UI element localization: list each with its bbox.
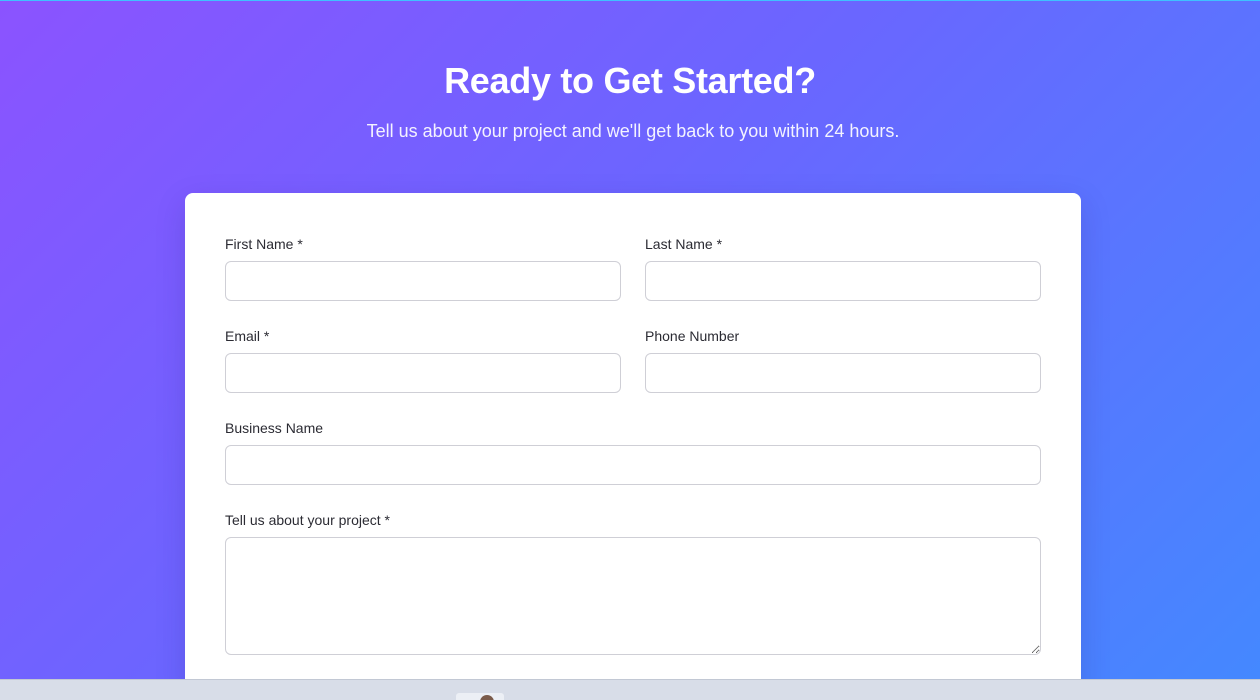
phone-field: Phone Number <box>645 327 1041 393</box>
business-name-label: Business Name <box>225 420 324 436</box>
email-label: Email * <box>225 328 270 344</box>
email-input[interactable] <box>225 353 621 393</box>
email-field: Email * <box>225 327 621 393</box>
avatar-face <box>480 695 494 700</box>
phone-input[interactable] <box>645 353 1041 393</box>
phone-label: Phone Number <box>645 328 740 344</box>
hero-subtitle: Tell us about your project and we'll get… <box>366 121 900 141</box>
project-textarea[interactable] <box>225 537 1041 655</box>
business-name-field: Business Name <box>225 419 1041 485</box>
first-name-label: First Name * <box>225 236 303 252</box>
first-name-field: First Name * <box>225 235 621 301</box>
hero-title: Ready to Get Started? <box>444 60 816 101</box>
contact-hero-section: Ready to Get Started? Tell us about your… <box>0 0 1260 700</box>
business-name-input[interactable] <box>225 445 1041 485</box>
last-name-field: Last Name * <box>645 235 1041 301</box>
last-name-label: Last Name * <box>645 236 723 252</box>
contact-form: First Name * Last Name * Email * Phone N… <box>185 193 1081 700</box>
first-name-input[interactable] <box>225 261 621 301</box>
last-name-input[interactable] <box>645 261 1041 301</box>
user-avatar-icon[interactable] <box>456 693 504 700</box>
os-taskbar <box>0 679 1260 700</box>
project-label: Tell us about your project * <box>225 512 390 528</box>
page: Ready to Get Started? Tell us about your… <box>0 0 1260 700</box>
project-field: Tell us about your project * <box>225 511 1041 655</box>
